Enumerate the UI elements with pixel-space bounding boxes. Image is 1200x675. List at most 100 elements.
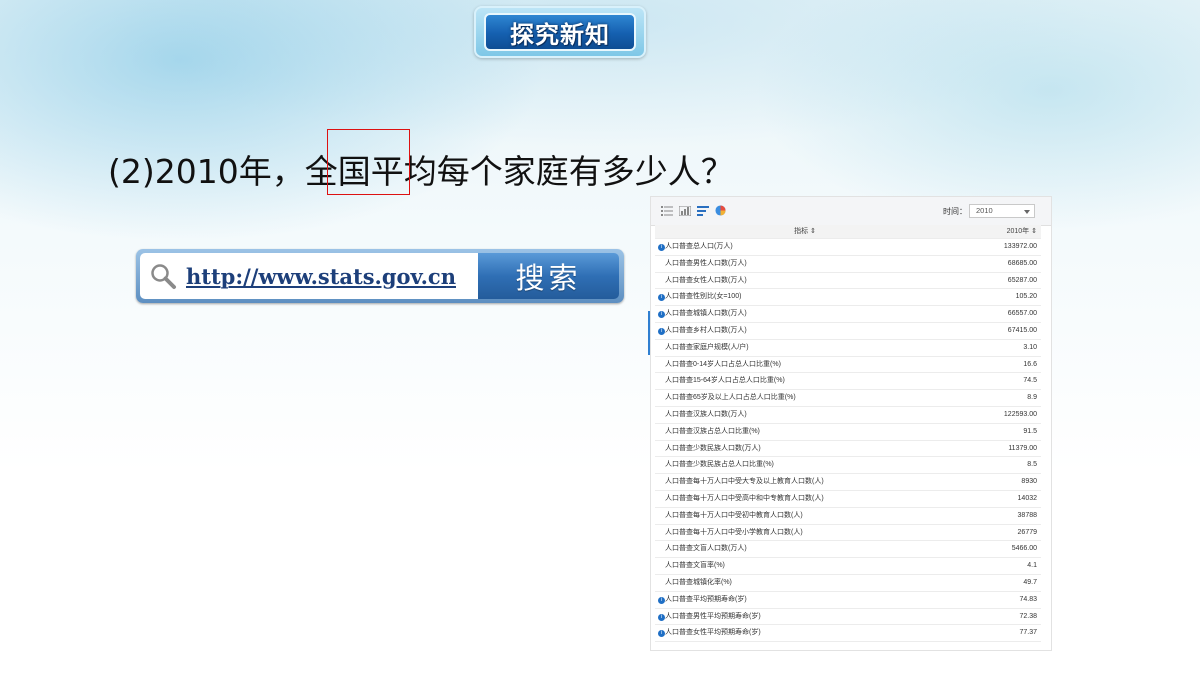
table-row[interactable]: 人口普查0-14岁人口占总人口比重(%) 16.6 — [655, 357, 1041, 374]
table-row[interactable]: 人口普查女性人口数(万人) 65287.00 — [655, 273, 1041, 290]
table-view-icon[interactable] — [661, 206, 673, 216]
time-label: 时间： — [943, 207, 967, 216]
row-indicator: 人口普查女性平均预期寿命(岁) — [665, 629, 761, 637]
row-indicator: 人口普查0-14岁人口占总人口比重(%) — [665, 360, 781, 368]
row-value: 16.6 — [1023, 360, 1037, 368]
row-indicator: 人口普查性别比(女=100) — [665, 293, 742, 301]
table-row[interactable]: 人口普查城镇化率(%) 49.7 — [655, 575, 1041, 592]
row-value: 74.83 — [1019, 595, 1037, 603]
time-select[interactable]: 2010 — [969, 204, 1035, 218]
row-value: 77.37 — [1019, 629, 1037, 637]
row-indicator: 人口普查文盲率(%) — [665, 562, 725, 570]
row-indicator: 人口普查每十万人口中受初中教育人口数(人) — [665, 511, 803, 519]
row-value: 49.7 — [1023, 578, 1037, 586]
row-indicator: 人口普查家庭户规模(人/户) — [665, 343, 749, 351]
row-value: 38788 — [1017, 511, 1037, 519]
info-icon[interactable]: i — [658, 327, 665, 335]
table-row[interactable]: 人口普查15-64岁人口占总人口比重(%) 74.5 — [655, 373, 1041, 391]
row-value: 3.10 — [1023, 343, 1037, 351]
table-row[interactable]: 人口普查汉族占总人口比重(%) 91.5 — [655, 424, 1041, 441]
table-row[interactable]: i 人口普查乡村人口数(万人) 67415.00 — [655, 323, 1041, 340]
section-badge-inner: 探究新知 — [484, 13, 636, 51]
time-select-value: 2010 — [976, 206, 993, 215]
table-row[interactable]: i 人口普查总人口(万人) 133972.00 — [655, 239, 1041, 256]
row-indicator: 人口普查汉族占总人口比重(%) — [665, 427, 760, 435]
table-row[interactable]: 人口普查每十万人口中受大专及以上教育人口数(人) 8930 — [655, 474, 1041, 491]
row-indicator: 人口普查平均预期寿命(岁) — [665, 595, 747, 603]
row-indicator: 人口普查少数民族人口数(万人) — [665, 444, 761, 452]
row-value: 65287.00 — [1007, 276, 1037, 284]
table-row[interactable]: i 人口普查平均预期寿命(岁) 74.83 — [655, 592, 1041, 609]
row-indicator: 人口普查城镇人口数(万人) — [665, 310, 747, 318]
row-indicator: 人口普查男性人口数(万人) — [665, 259, 747, 267]
table-row[interactable]: 人口普查每十万人口中受小学教育人口数(人) 26779 — [655, 525, 1041, 542]
row-indicator: 人口普查每十万人口中受大专及以上教育人口数(人) — [665, 478, 824, 486]
panel-toolbar: 时间： 2010 — [651, 197, 1051, 226]
question-prefix: (2)2010年， — [108, 152, 305, 191]
header-indicator[interactable]: 指标 ⇕ — [655, 225, 955, 239]
horizontal-bar-icon[interactable] — [697, 206, 709, 216]
table-header: 指标 ⇕ 2010年 ⇕ — [655, 225, 1041, 239]
search-button[interactable]: 搜索 — [478, 253, 619, 299]
section-badge: 探究新知 — [474, 6, 646, 58]
pie-chart-icon[interactable] — [715, 205, 726, 216]
row-value: 67415.00 — [1007, 326, 1037, 334]
info-icon[interactable]: i — [658, 244, 665, 251]
row-indicator: 人口普查男性平均预期寿命(岁) — [665, 612, 761, 620]
search-bar: http://www.stats.gov.cn 搜索 — [136, 249, 624, 303]
magnifier-icon — [151, 264, 176, 289]
row-value: 105.20 — [1015, 293, 1037, 301]
table-row[interactable]: 人口普查家庭户规模(人/户) 3.10 — [655, 340, 1041, 357]
table-row[interactable]: 人口普查文盲人口数(万人) 5466.00 — [655, 541, 1041, 559]
info-icon[interactable]: i — [658, 596, 665, 604]
table-row[interactable]: 人口普查汉族人口数(万人) 122593.00 — [655, 407, 1041, 424]
table-row[interactable]: 人口普查65岁及以上人口占总人口比重(%) 8.9 — [655, 390, 1041, 407]
table-row[interactable]: 人口普查少数民族占总人口比重(%) 8.5 — [655, 457, 1041, 475]
section-title: 探究新知 — [510, 20, 610, 49]
question-suffix: 平均每个家庭有多少人？ — [370, 152, 734, 191]
table-row[interactable]: 人口普查文盲率(%) 4.1 — [655, 558, 1041, 575]
row-indicator: 人口普查文盲人口数(万人) — [665, 545, 747, 553]
row-value: 11379.00 — [1008, 444, 1037, 452]
table-row[interactable]: i 人口普查城镇人口数(万人) 66557.00 — [655, 306, 1041, 323]
table-body: i 人口普查总人口(万人) 133972.00 人口普查男性人口数(万人) 68685.… — [655, 239, 1041, 643]
info-icon[interactable]: i — [658, 630, 665, 638]
table-row[interactable]: 人口普查少数民族人口数(万人) 11379.00 — [655, 441, 1041, 458]
row-indicator: 人口普查每十万人口中受高中和中专教育人口数(人) — [665, 494, 824, 502]
search-input[interactable]: http://www.stats.gov.cn — [140, 253, 478, 299]
question-text: (2)2010年，全国平均每个家庭有多少人？ — [108, 148, 734, 196]
row-value: 133972.00 — [1003, 243, 1037, 250]
table-row[interactable]: i 人口普查性别比(女=100) 105.20 — [655, 289, 1041, 307]
row-value: 74.5 — [1023, 377, 1037, 385]
row-value: 72.38 — [1019, 612, 1037, 620]
search-url[interactable]: http://www.stats.gov.cn — [186, 264, 456, 289]
row-value: 68685.00 — [1007, 259, 1037, 267]
chevron-down-icon — [1024, 210, 1030, 214]
table-row[interactable]: 人口普查每十万人口中受高中和中专教育人口数(人) 14032 — [655, 491, 1041, 508]
table-row[interactable]: i 人口普查女性平均预期寿命(岁) 77.37 — [655, 625, 1041, 643]
row-value: 14032 — [1017, 494, 1037, 502]
row-indicator: 人口普查女性人口数(万人) — [665, 276, 747, 284]
row-value: 91.5 — [1023, 427, 1037, 435]
table-row[interactable]: 人口普查每十万人口中受初中教育人口数(人) 38788 — [655, 508, 1041, 525]
info-icon[interactable]: i — [658, 294, 665, 302]
row-value: 66557.00 — [1007, 310, 1037, 318]
row-value: 4.1 — [1027, 562, 1037, 570]
row-indicator: 人口普查汉族人口数(万人) — [665, 410, 747, 418]
row-value: 5466.00 — [1011, 545, 1037, 553]
info-icon[interactable]: i — [658, 613, 665, 621]
row-indicator: 人口普查城镇化率(%) — [665, 578, 732, 586]
highlight-box — [327, 129, 410, 195]
bar-chart-icon[interactable] — [679, 206, 691, 216]
table-row[interactable]: 人口普查男性人口数(万人) 68685.00 — [655, 256, 1041, 273]
data-table: 指标 ⇕ 2010年 ⇕ i 人口普查总人口(万人) 133972.00 人口普查男性… — [655, 225, 1041, 643]
data-panel: 时间： 2010 指标 ⇕ 2010年 ⇕ i 人口普查总人口(万人) 133972… — [650, 196, 1052, 651]
row-value: 8930 — [1021, 478, 1037, 486]
info-icon[interactable]: i — [658, 311, 665, 319]
header-value[interactable]: 2010年 ⇕ — [1007, 225, 1037, 239]
row-indicator: 人口普查总人口(万人) — [665, 243, 733, 250]
row-value: 8.9 — [1027, 394, 1037, 402]
row-indicator: 人口普查65岁及以上人口占总人口比重(%) — [665, 394, 796, 402]
table-row[interactable]: i 人口普查男性平均预期寿命(岁) 72.38 — [655, 609, 1041, 626]
row-indicator: 人口普查15-64岁人口占总人口比重(%) — [665, 377, 785, 385]
